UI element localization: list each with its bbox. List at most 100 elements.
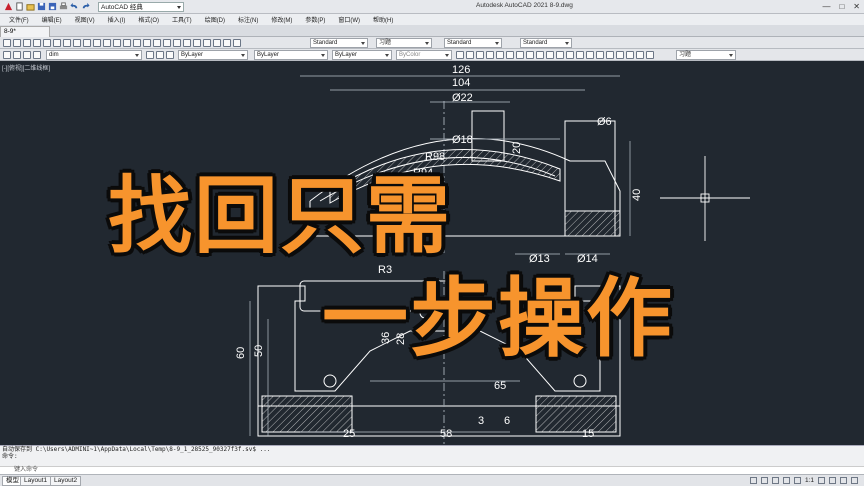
new-icon[interactable] (3, 39, 11, 47)
layer-state-icon[interactable] (166, 51, 174, 59)
cut-icon[interactable] (63, 39, 71, 47)
layer-manager-icon[interactable] (3, 51, 11, 59)
match-properties-icon[interactable] (93, 39, 101, 47)
quick-dim-icon[interactable] (536, 51, 544, 59)
menu-insert[interactable]: 插入(I) (108, 15, 126, 24)
continue-icon[interactable] (556, 51, 564, 59)
autocad-logo-icon[interactable] (4, 2, 13, 11)
arc-length-icon[interactable] (476, 51, 484, 59)
dim-style-select[interactable]: 习题 (376, 38, 432, 48)
open-icon[interactable] (26, 2, 35, 11)
jogged-linear-icon[interactable] (616, 51, 624, 59)
multileader-style-select[interactable]: Standard (520, 38, 572, 48)
layer-select[interactable]: dim (46, 50, 142, 60)
aligned-dim-icon[interactable] (466, 51, 474, 59)
tool-palettes-icon[interactable] (193, 39, 201, 47)
center-mark-icon[interactable] (596, 51, 604, 59)
snap-icon[interactable] (760, 477, 768, 484)
redo-icon[interactable] (81, 2, 90, 11)
maximize-button[interactable]: □ (839, 2, 844, 11)
tab-layout1[interactable]: Layout1 (20, 476, 52, 486)
annotation-scale[interactable]: 1:1 (805, 477, 814, 484)
lock-icon[interactable] (33, 51, 41, 59)
zoom-previous-icon[interactable] (163, 39, 171, 47)
color-select[interactable]: ByLayer (178, 50, 248, 60)
gear-icon[interactable] (818, 477, 825, 484)
plotstyle-select[interactable]: ByColor (396, 50, 452, 60)
layer-previous-icon[interactable] (156, 51, 164, 59)
radius-dim-icon[interactable] (496, 51, 504, 59)
zoom-realtime-icon[interactable] (143, 39, 151, 47)
menu-help[interactable]: 帮助(H) (373, 15, 393, 24)
copy-icon[interactable] (73, 39, 81, 47)
print-icon[interactable] (59, 2, 68, 11)
ordinate-icon[interactable] (486, 51, 494, 59)
menu-icon[interactable] (851, 477, 858, 484)
menu-file[interactable]: 文件(F) (9, 15, 29, 24)
fullscreen-icon[interactable] (840, 477, 847, 484)
sun-icon[interactable] (23, 51, 31, 59)
space-icon[interactable] (566, 51, 574, 59)
zoom-window-icon[interactable] (153, 39, 161, 47)
dim-update-icon[interactable] (646, 51, 654, 59)
angular-dim-icon[interactable] (526, 51, 534, 59)
minimize-button[interactable]: — (822, 2, 830, 11)
markup-icon[interactable] (213, 39, 221, 47)
menu-draw[interactable]: 绘图(D) (205, 15, 225, 24)
menu-view[interactable]: 视图(V) (75, 15, 95, 24)
diameter-dim-icon[interactable] (516, 51, 524, 59)
osnap-icon[interactable] (793, 477, 801, 484)
tab-layout2[interactable]: Layout2 (50, 476, 82, 486)
undo-icon[interactable] (70, 2, 79, 11)
close-button[interactable]: ✕ (853, 2, 860, 11)
menu-modify[interactable]: 修改(M) (271, 15, 292, 24)
undo-icon[interactable] (113, 39, 121, 47)
break-icon[interactable] (576, 51, 584, 59)
document-tab[interactable]: 8-9* (0, 26, 50, 37)
linetype-select[interactable]: ByLayer (254, 50, 328, 60)
new-icon[interactable] (15, 2, 24, 11)
pan-icon[interactable] (133, 39, 141, 47)
table-style-select[interactable]: Standard (444, 38, 502, 48)
text-style-select[interactable]: Standard (310, 38, 368, 48)
tolerance-icon[interactable] (586, 51, 594, 59)
publish-icon[interactable] (53, 39, 61, 47)
save-icon[interactable] (23, 39, 31, 47)
dimstyle-select-2[interactable]: 习题 (676, 50, 736, 60)
polar-icon[interactable] (782, 477, 790, 484)
baseline-icon[interactable] (546, 51, 554, 59)
menu-tools[interactable]: 工具(T) (172, 15, 192, 24)
design-center-icon[interactable] (183, 39, 191, 47)
inspect-icon[interactable] (606, 51, 614, 59)
grid-icon[interactable] (749, 477, 757, 484)
help-icon[interactable] (233, 39, 241, 47)
linear-dim-icon[interactable] (456, 51, 464, 59)
save-icon[interactable] (37, 2, 46, 11)
workspace-dropdown[interactable]: AutoCAD 经典 (98, 1, 184, 12)
dim-edit-icon[interactable] (626, 51, 634, 59)
open-icon[interactable] (13, 39, 21, 47)
preview-icon[interactable] (43, 39, 51, 47)
menu-parametric[interactable]: 参数(P) (305, 15, 325, 24)
menu-format[interactable]: 格式(O) (138, 15, 159, 24)
calculator-icon[interactable] (223, 39, 231, 47)
lineweight-select[interactable]: ByLayer (332, 50, 392, 60)
paste-icon[interactable] (83, 39, 91, 47)
block-editor-icon[interactable] (103, 39, 111, 47)
save-as-icon[interactable] (48, 2, 57, 11)
print-icon[interactable] (33, 39, 41, 47)
menu-window[interactable]: 窗口(W) (338, 15, 360, 24)
menu-dimension[interactable]: 标注(N) (238, 15, 258, 24)
redo-icon[interactable] (123, 39, 131, 47)
jogged-icon[interactable] (506, 51, 514, 59)
command-input[interactable]: 键入命令 (0, 466, 864, 474)
dim-text-edit-icon[interactable] (636, 51, 644, 59)
properties-icon[interactable] (173, 39, 181, 47)
sheet-set-icon[interactable] (203, 39, 211, 47)
plus-icon[interactable] (829, 477, 836, 484)
drawing-area[interactable]: [-][俯视][二维线框] 126 104 Ø22 Ø6 Ø18 20 R98 … (0, 61, 864, 445)
menu-edit[interactable]: 编辑(E) (42, 15, 62, 24)
make-current-icon[interactable] (146, 51, 154, 59)
ortho-icon[interactable] (771, 477, 779, 484)
lightbulb-icon[interactable] (13, 51, 21, 59)
